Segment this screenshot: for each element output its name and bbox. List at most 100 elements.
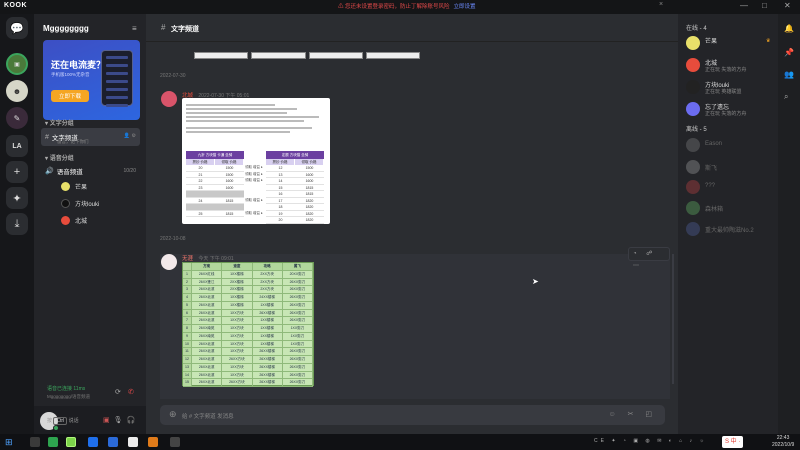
member-item[interactable]: 芒果 ♛ <box>686 34 778 56</box>
disconnect-icon[interactable]: ⟳ <box>115 388 121 396</box>
table-cell: 24 <box>198 198 203 203</box>
member-item[interactable]: 斯飞 <box>686 158 778 180</box>
members-icon[interactable]: 👥 <box>784 70 794 79</box>
member-item[interactable]: 重大最帅陶滋No.2 <box>686 220 778 242</box>
server-2[interactable]: ☻ <box>6 80 28 102</box>
direct-messages-button[interactable]: 💬 <box>6 17 28 39</box>
table-cell: 1820 <box>305 205 314 209</box>
server-name[interactable]: Mgggggggg <box>43 24 89 33</box>
kook-taskbar-icon[interactable] <box>66 437 76 447</box>
notice-close-icon[interactable]: × <box>659 1 663 8</box>
channel-voice[interactable]: 🔊 语音频道 10/20 <box>41 162 140 180</box>
voice-connection-status: 语音已连接 11ms <box>47 386 86 392</box>
explore-button[interactable]: ✦ <box>6 187 28 209</box>
avatar <box>686 102 700 116</box>
table-cell: 1XX楼梯 <box>222 294 253 301</box>
headset-icon[interactable]: 🎧 <box>127 417 140 424</box>
banner-subtitle: 手机版100%无杂音 <box>51 72 90 77</box>
voice-member[interactable]: 方块louki <box>56 197 99 209</box>
clock[interactable]: 22:43 2022/10/9 <box>772 435 794 449</box>
system-tray[interactable]: CE ✦ ◔ ▣ ◍ ✉ ◐ ⌂ ♪ ☼ <box>594 438 707 444</box>
avatar[interactable] <box>161 91 177 107</box>
banner-title: 还在电流麦？ <box>51 60 106 70</box>
close-window-button[interactable]: ✕ <box>784 1 791 10</box>
minimize-button[interactable]: — <box>740 1 748 10</box>
table-cell: 26XX楼梯 <box>253 379 283 386</box>
message-input[interactable]: ⊕ 给 # 文字频道 发消息 ☺ ✂ ◰ <box>160 405 665 425</box>
server-rail: 💬 ▣ ☻ ✎ LA + ✦ ⤓ <box>0 14 34 434</box>
table-cell <box>215 191 244 197</box>
category-text[interactable]: ▾ 文字分组 <box>45 118 74 127</box>
app-taskbar-icon[interactable] <box>128 437 138 447</box>
bell-icon[interactable]: 🔔 <box>784 24 794 33</box>
server-la[interactable]: LA <box>6 135 28 157</box>
download-banner[interactable]: 还在电流麦？ 手机版100%无杂音 立即下载 <box>43 40 140 120</box>
set-password-link[interactable]: 立即设置 <box>454 4 476 10</box>
app-taskbar-icon[interactable] <box>170 437 180 447</box>
table-cell: 25 <box>198 211 203 216</box>
table-cell: 1815 <box>225 198 234 203</box>
member-item[interactable]: ??? <box>686 178 778 200</box>
banner-download-button[interactable]: 立即下载 <box>51 90 89 102</box>
search-icon[interactable]: ⌕ <box>784 92 788 102</box>
message-image-price-table[interactable]: 九折 方块猫 卡通 坐骑 攒钞 价格 领取 价格 20 1500 21 1500 22 1… <box>182 98 330 224</box>
chat-header: # 文字频道 <box>146 14 678 42</box>
hash-icon: # <box>45 133 49 141</box>
message-toolbar[interactable]: ◔ ☍ ⋯ <box>628 247 670 269</box>
channel-settings-icon[interactable]: 👤 ⚙ <box>124 133 136 139</box>
scrollbar[interactable] <box>672 254 674 384</box>
table-cell: 1600 <box>305 172 314 177</box>
attach-icon[interactable]: ⊕ <box>169 409 177 420</box>
column-header <box>183 263 192 270</box>
user-controls[interactable]: ▣🎙🎧 <box>103 416 139 424</box>
search-taskbar-icon[interactable] <box>30 437 40 447</box>
category-voice[interactable]: ▾ 语音分组 <box>45 153 74 162</box>
ime-indicator[interactable]: S 中 · <box>722 436 744 448</box>
member-item[interactable]: 方块louki 正在玩 英雄联盟 <box>686 78 778 100</box>
os-taskbar: ⊞ CE ✦ ◔ ▣ ◍ ✉ ◐ ⌂ ♪ ☼ S 中 · 22:43 2022/… <box>0 434 800 450</box>
voice-member[interactable]: 北城 <box>56 214 87 226</box>
pin-icon[interactable]: 📌 <box>784 48 794 57</box>
table-cell: 1500 <box>305 166 314 170</box>
server-3[interactable]: ✎ <box>6 107 28 129</box>
avatar[interactable] <box>161 254 177 270</box>
member-item[interactable]: Eason <box>686 136 778 158</box>
channel-text[interactable]: # 文字频道 留言，记下你们 👤 ⚙ <box>41 128 140 146</box>
app-taskbar-icon[interactable] <box>108 437 118 447</box>
table-cell: 1XX方块 <box>222 325 253 332</box>
member-item[interactable]: 忘了遗忘 正在玩 失落的方舟 <box>686 100 778 122</box>
table-cell: 1600 <box>305 179 314 183</box>
server-menu-icon[interactable]: ≡ <box>132 24 137 33</box>
windows-start-icon[interactable]: ⊞ <box>5 437 13 448</box>
table-cell: 1600 <box>225 179 234 183</box>
channel-title: 文字频道 <box>171 26 199 33</box>
app-taskbar-icon[interactable] <box>48 437 58 447</box>
hint-suffix: 说话 <box>68 418 79 424</box>
table-cell: 26XX方块 <box>222 379 253 386</box>
maximize-button[interactable]: □ <box>762 1 767 10</box>
table-cell: 1XX方块 <box>222 332 253 340</box>
channel-panel: Mgggggggg ≡ 还在电流麦？ 手机版100%无杂音 立即下载 ▾ 文字分… <box>34 14 146 434</box>
table-row: 1 26XX红线 1XX楼梯 2XX方块 20XX剪刀 <box>183 270 313 279</box>
screen-share-icon[interactable]: ▣ <box>103 417 114 424</box>
member-item[interactable]: 森林箱 <box>686 199 778 221</box>
app-taskbar-icon[interactable] <box>88 437 98 447</box>
server-mgggg[interactable]: ▣ <box>6 53 28 75</box>
date-divider: 2022-10-08 <box>160 236 186 242</box>
table-cell: 12 <box>183 356 192 363</box>
mic-icon[interactable]: 🎙 <box>114 417 127 424</box>
add-server-button[interactable]: + <box>6 161 28 183</box>
hangup-icon[interactable]: ✆ <box>128 388 134 396</box>
app-taskbar-icon[interactable] <box>148 437 158 447</box>
download-button[interactable]: ⤓ <box>6 213 28 235</box>
voice-member[interactable]: 芒果 <box>56 180 87 192</box>
table-cell: 26XX剪刀 <box>283 301 313 309</box>
table-cell: 1820 <box>305 198 314 203</box>
member-item[interactable]: 北城 正在玩 失落的方舟 <box>686 56 778 78</box>
table-cell: 26XX楼梯 <box>253 371 283 379</box>
message-image-green-table[interactable]: 方案 速度 攻略 属飞 1 26XX红线 1XX楼梯 2XX方块 20XX剪刀 2 26XX蓬江 2X… <box>182 262 314 387</box>
voice-connection-channel: Mgggggggg/语音频道 <box>47 394 91 399</box>
input-tools[interactable]: ☺ ✂ ◰ <box>608 410 657 418</box>
avatar <box>686 201 700 215</box>
table-cell: 1XX方块 <box>222 317 253 324</box>
